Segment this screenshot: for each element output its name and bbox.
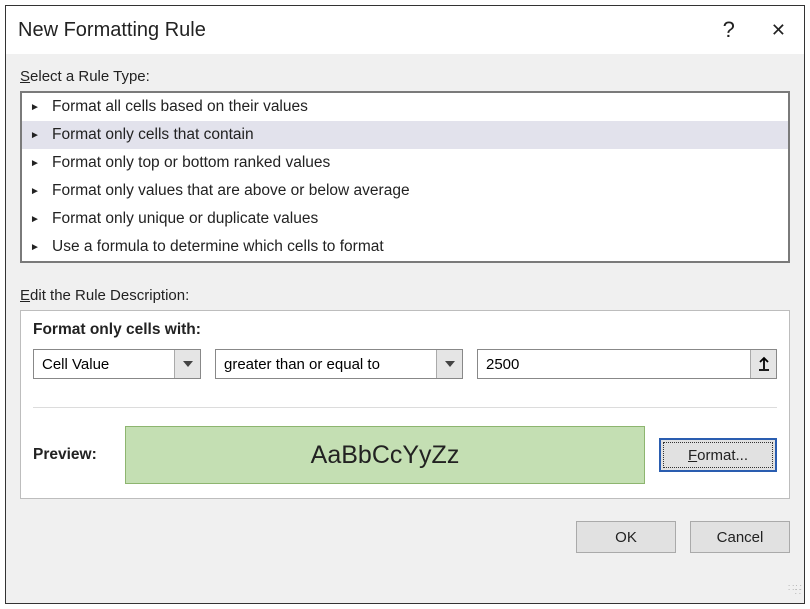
preview-row: Preview: AaBbCcYyZz Format... [33,426,777,484]
bullet-icon: ► [30,242,44,253]
dialog-window: New Formatting Rule ? ✕ Select a Rule Ty… [5,5,805,604]
divider [33,407,777,408]
bullet-icon: ► [30,186,44,197]
rule-type-label: Use a formula to determine which cells t… [52,238,384,256]
rule-type-item[interactable]: ► Format only values that are above or b… [22,177,788,205]
rule-type-item[interactable]: ► Format only unique or duplicate values [22,205,788,233]
chevron-down-icon[interactable] [174,350,200,378]
rule-type-label: Format only unique or duplicate values [52,210,318,228]
dialog-title: New Formatting Rule [18,19,206,42]
rule-type-item[interactable]: ► Format only top or bottom ranked value… [22,149,788,177]
dialog-footer: OK Cancel [6,511,804,557]
bullet-icon: ► [30,214,44,225]
titlebar: New Formatting Rule ? ✕ [6,6,804,54]
criteria-value-input[interactable] [478,350,750,378]
rule-type-list: ► Format all cells based on their values… [20,91,790,263]
description-panel: Format only cells with: Cell Value great… [20,310,790,499]
criteria-operator-select[interactable]: greater than or equal to [215,349,463,379]
bullet-icon: ► [30,102,44,113]
close-icon[interactable]: ✕ [763,16,794,45]
bullet-icon: ► [30,130,44,141]
chevron-down-icon[interactable] [436,350,462,378]
criteria-row: Cell Value greater than or equal to [33,349,777,379]
preview-box: AaBbCcYyZz [125,426,645,484]
rule-type-item[interactable]: ► Format only cells that contain [22,121,788,149]
select-rule-type-label: Select a Rule Type: [20,68,790,85]
criteria-field-select[interactable]: Cell Value [33,349,201,379]
help-icon[interactable]: ? [723,17,735,43]
rule-type-label: Format all cells based on their values [52,98,308,116]
rule-type-label: Format only values that are above or bel… [52,182,410,200]
range-selector-icon[interactable] [750,350,776,378]
rule-type-label: Format only top or bottom ranked values [52,154,330,172]
rule-type-item[interactable]: ► Format all cells based on their values [22,93,788,121]
rule-type-item[interactable]: ► Use a formula to determine which cells… [22,233,788,261]
titlebar-buttons: ? ✕ [723,16,794,45]
ok-button[interactable]: OK [576,521,676,553]
preview-label: Preview: [33,446,111,464]
criteria-field-value: Cell Value [34,350,174,378]
bullet-icon: ► [30,158,44,169]
format-button[interactable]: Format... [659,438,777,472]
format-only-cells-label: Format only cells with: [33,321,777,339]
edit-description-label: Edit the Rule Description: [20,287,790,304]
resize-grip-icon[interactable]: ∷∷∷ [788,587,802,601]
criteria-operator-value: greater than or equal to [216,350,436,378]
criteria-value-input-wrap [477,349,777,379]
dialog-body: Select a Rule Type: ► Format all cells b… [6,54,804,511]
cancel-button[interactable]: Cancel [690,521,790,553]
rule-type-label: Format only cells that contain [52,126,254,144]
